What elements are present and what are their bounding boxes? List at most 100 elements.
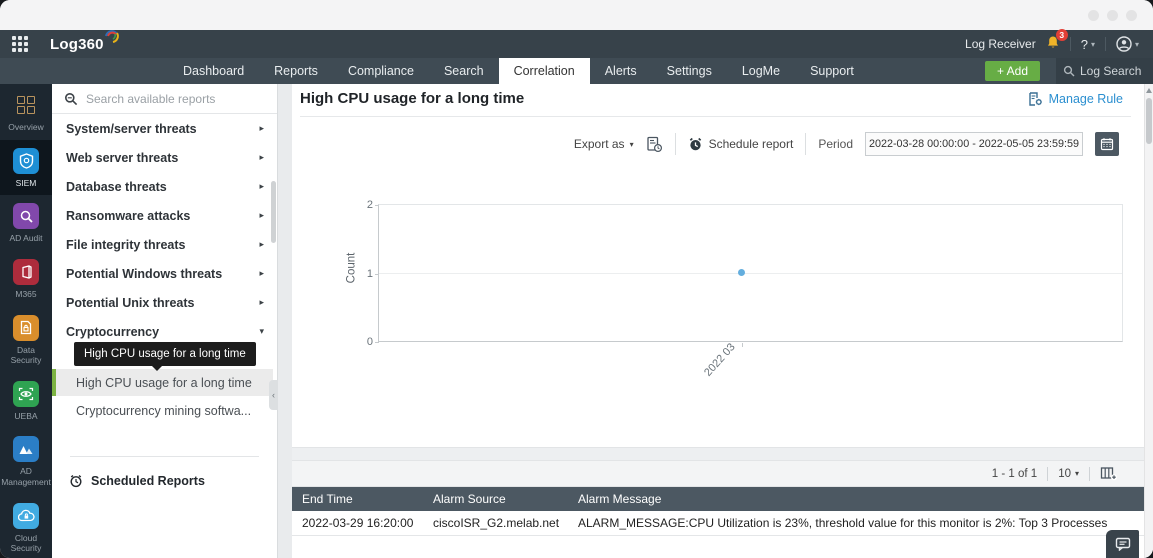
help-label: ?	[1080, 36, 1088, 52]
cell-end-time: 2022-03-29 16:20:00	[302, 516, 414, 530]
log-receiver-link[interactable]: Log Receiver	[965, 37, 1036, 51]
search-icon	[65, 92, 78, 105]
report-item-high-cpu-selected[interactable]: High CPU usage for a long time	[52, 369, 273, 396]
reports-panel: System/server threats ▸ Web server threa…	[52, 84, 278, 558]
rail-item-siem[interactable]: SIEM	[0, 139, 52, 196]
manage-rule-link[interactable]: Manage Rule	[1028, 92, 1123, 106]
add-button[interactable]: + Add	[984, 61, 1040, 81]
panel-divider	[70, 456, 259, 457]
category-system-server-threats[interactable]: System/server threats ▸	[52, 114, 277, 143]
panel-scrollbar-thumb[interactable]	[271, 181, 276, 243]
pagination-divider	[1089, 466, 1090, 481]
alarm-clock-icon	[70, 475, 82, 488]
category-potential-unix-threats[interactable]: Potential Unix threats ▸	[52, 288, 277, 317]
calendar-button[interactable]	[1095, 132, 1119, 156]
column-alarm-source: Alarm Source	[433, 492, 506, 506]
report-content: High CPU usage for a long time Manage Ru…	[278, 84, 1153, 558]
cell-alarm-message: ALARM_MESSAGE:CPU Utilization is 23%, th…	[578, 516, 1108, 530]
log-search-box[interactable]	[1056, 58, 1153, 84]
m365-icon	[13, 258, 39, 285]
export-as-dropdown[interactable]: Export as ▾	[574, 137, 634, 151]
chevron-down-icon: ▾	[259, 326, 264, 336]
rail-item-ad-management[interactable]: AD Management	[0, 428, 52, 494]
rail-item-m365[interactable]: M365	[0, 251, 52, 307]
report-tooltip: High CPU usage for a long time	[74, 342, 256, 371]
feedback-chat-widget[interactable]	[1106, 530, 1139, 558]
header-divider	[1069, 37, 1071, 51]
table-row[interactable]: 2022-03-29 16:20:00 ciscoISR_G2.melab.ne…	[292, 511, 1144, 536]
nav-tab-support[interactable]: Support	[795, 58, 869, 84]
rail-item-data-security[interactable]: Data Security	[0, 307, 52, 373]
y-tick-2: 2	[366, 199, 373, 211]
nav-tab-logme[interactable]: LogMe	[727, 58, 795, 84]
column-alarm-message: Alarm Message	[578, 492, 662, 506]
chevron-right-icon: ▸	[259, 181, 264, 191]
search-icon	[1063, 65, 1075, 77]
notifications-bell-icon[interactable]: 3	[1046, 29, 1068, 53]
report-toolbar: Export as ▾ Schedule report Period 2022-…	[574, 130, 1119, 158]
panel-collapse-handle[interactable]: ‹	[269, 380, 278, 410]
period-label: Period	[818, 137, 853, 151]
column-end-time: End Time	[302, 492, 353, 506]
help-menu[interactable]: ? ▾	[1081, 37, 1095, 52]
page-size-dropdown[interactable]: 10 ▾	[1058, 468, 1079, 480]
app-launcher-icon[interactable]	[12, 36, 28, 52]
column-chooser-icon[interactable]	[1100, 466, 1118, 481]
category-ransomware-attacks[interactable]: Ransomware attacks ▸	[52, 201, 277, 230]
rail-item-ueba[interactable]: UEBA	[0, 373, 52, 429]
nav-tab-correlation[interactable]: Correlation	[498, 58, 590, 84]
nav-tab-search[interactable]: Search	[429, 58, 499, 84]
report-item-crypto-mining[interactable]: Cryptocurrency mining softwa...	[52, 397, 273, 424]
table-pagination-row: 1 - 1 of 1 10 ▾	[292, 461, 1144, 487]
content-scrollbar[interactable]	[1144, 84, 1153, 558]
app-window: Log360 Log Receiver 3 ? ▾ ▾ Dashboard Re…	[0, 0, 1153, 558]
nav-tab-reports[interactable]: Reports	[259, 58, 333, 84]
window-control-dot[interactable]	[1107, 9, 1118, 21]
nav-tab-alerts[interactable]: Alerts	[590, 58, 652, 84]
chevron-down-icon: ▾	[1074, 469, 1079, 478]
rail-item-overview[interactable]: Overview	[0, 84, 52, 140]
nav-tab-compliance[interactable]: Compliance	[333, 58, 429, 84]
user-account-menu[interactable]: ▾	[1116, 36, 1139, 52]
report-search-input[interactable]	[86, 91, 256, 106]
user-avatar-icon	[1116, 36, 1132, 52]
log-search-input[interactable]	[1080, 64, 1144, 78]
category-database-threats[interactable]: Database threats ▸	[52, 172, 277, 201]
cell-alarm-source: ciscoISR_G2.melab.net	[433, 516, 560, 530]
shield-icon	[13, 147, 39, 174]
scroll-up-arrow-icon[interactable]	[1146, 88, 1152, 93]
gridline	[379, 273, 1122, 274]
rail-item-ad-audit[interactable]: AD Audit	[0, 195, 52, 251]
scheduled-reports-link[interactable]: Scheduled Reports	[69, 474, 205, 488]
chevron-right-icon: ▸	[259, 268, 264, 278]
chevron-down-icon: ▾	[1134, 39, 1139, 49]
pagination-divider	[1047, 466, 1049, 481]
export-history-icon[interactable]	[646, 136, 663, 153]
window-control-dot[interactable]	[1126, 9, 1137, 21]
category-file-integrity-threats[interactable]: File integrity threats ▸	[52, 230, 277, 259]
magnifier-icon	[13, 203, 39, 230]
nav-tab-settings[interactable]: Settings	[652, 58, 727, 84]
category-potential-windows-threats[interactable]: Potential Windows threats ▸	[52, 259, 277, 288]
nav-tab-dashboard[interactable]: Dashboard	[168, 58, 259, 84]
chevron-down-icon: ▾	[1090, 39, 1095, 49]
log360-logo: Log360	[50, 29, 119, 53]
logo-swoosh-icon	[104, 29, 119, 43]
category-web-server-threats[interactable]: Web server threats ▸	[52, 143, 277, 172]
schedule-report-button[interactable]: Schedule report	[688, 137, 793, 152]
chart-point[interactable]	[737, 269, 745, 276]
scrollbar-thumb[interactable]	[1146, 98, 1152, 144]
report-search-row	[52, 84, 277, 114]
overview-grid-icon	[13, 92, 39, 118]
period-range-input[interactable]	[865, 132, 1083, 156]
chevron-right-icon: ▸	[259, 152, 264, 162]
pagination-range: 1 - 1 of 1	[991, 467, 1038, 480]
chart-y-axis-label: Count	[345, 252, 358, 284]
window-control-dot[interactable]	[1088, 9, 1099, 21]
count-over-time-chart: 2 1 0	[367, 199, 1123, 348]
header-divider	[1104, 37, 1106, 51]
main-navigation: Dashboard Reports Compliance Search Corr…	[0, 58, 1153, 84]
rail-item-cloud-security[interactable]: Cloud Security	[0, 495, 52, 558]
header-divider	[300, 116, 1131, 117]
y-tick-0: 0	[366, 336, 373, 348]
